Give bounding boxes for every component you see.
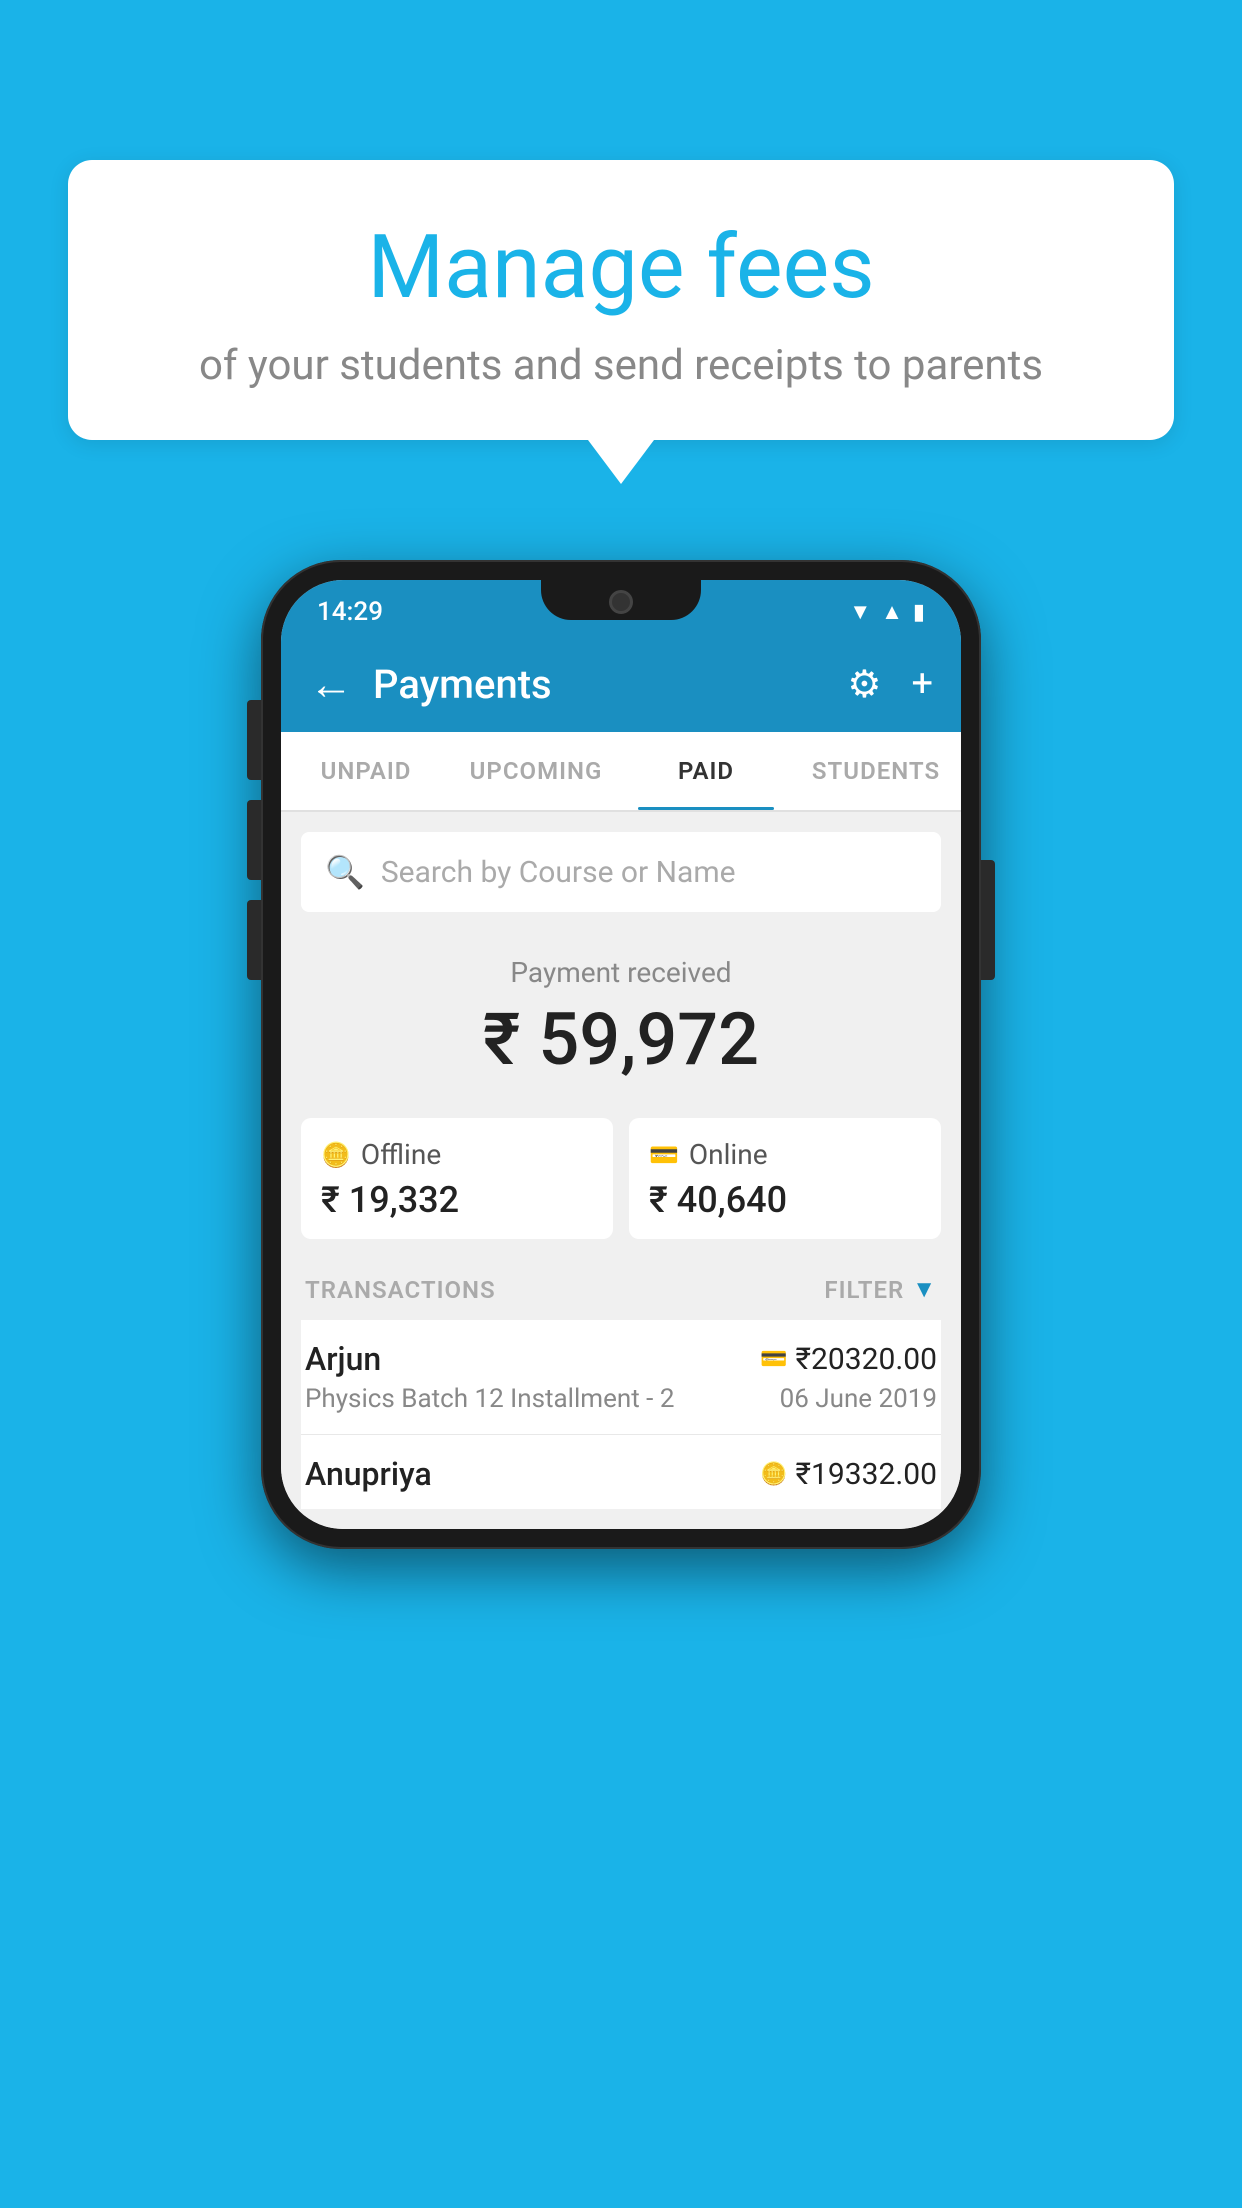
transaction-amount-wrap: 💳 ₹20320.00 (760, 1342, 937, 1377)
online-icon: 💳 (649, 1141, 679, 1169)
tab-students[interactable]: STUDENTS (791, 732, 961, 810)
transaction-list: Arjun 💳 ₹20320.00 Physics Batch 12 Insta… (301, 1320, 941, 1509)
content-area: 🔍 Search by Course or Name Payment recei… (281, 812, 961, 1529)
back-button[interactable]: ← (309, 658, 353, 710)
tabs-bar: UNPAID UPCOMING PAID STUDENTS (281, 732, 961, 812)
phone-outer: 14:29 ▼ ▲ ▮ ← Payments ⚙ + UNPAID (261, 560, 981, 1549)
transaction-name: Arjun (305, 1340, 381, 1378)
camera (609, 590, 633, 614)
online-card: 💳 Online ₹ 40,640 (629, 1118, 941, 1239)
status-icons: ▼ ▲ ▮ (849, 599, 925, 625)
wifi-icon: ▼ (849, 599, 871, 625)
online-label: Online (689, 1138, 768, 1171)
transaction-course: Physics Batch 12 Installment - 2 (305, 1384, 674, 1414)
transaction-amount: ₹20320.00 (796, 1342, 937, 1377)
status-time: 14:29 (317, 597, 383, 627)
filter-label: FILTER (824, 1276, 904, 1304)
payment-received-section: Payment received ₹ 59,972 (301, 932, 941, 1102)
transaction-item[interactable]: Arjun 💳 ₹20320.00 Physics Batch 12 Insta… (301, 1320, 941, 1435)
search-input[interactable]: Search by Course or Name (381, 855, 736, 890)
transactions-label: TRANSACTIONS (305, 1276, 496, 1304)
speech-bubble: Manage fees of your students and send re… (68, 160, 1174, 440)
online-amount: ₹ 40,640 (649, 1179, 921, 1221)
transaction-amount: ₹19332.00 (796, 1457, 937, 1492)
offline-label: Offline (361, 1138, 441, 1171)
phone-frame: 14:29 ▼ ▲ ▮ ← Payments ⚙ + UNPAID (261, 560, 981, 1549)
tab-upcoming[interactable]: UPCOMING (451, 732, 621, 810)
transaction-amount-wrap: 🪙 ₹19332.00 (760, 1457, 937, 1492)
transaction-date: 06 June 2019 (780, 1384, 937, 1414)
settings-button[interactable]: ⚙ (847, 662, 881, 707)
payment-type-icon: 🪙 (760, 1462, 787, 1487)
payment-cards: 🪙 Offline ₹ 19,332 💳 Online ₹ 40,640 (301, 1118, 941, 1239)
tab-unpaid[interactable]: UNPAID (281, 732, 451, 810)
battery-icon: ▮ (913, 600, 925, 625)
offline-amount: ₹ 19,332 (321, 1179, 593, 1221)
bubble-subtitle: of your students and send receipts to pa… (108, 341, 1134, 390)
filter-icon: ▼ (912, 1275, 937, 1304)
filter-button[interactable]: FILTER ▼ (824, 1275, 937, 1304)
tab-paid[interactable]: PAID (621, 732, 791, 810)
payment-received-amount: ₹ 59,972 (301, 997, 941, 1082)
transactions-header: TRANSACTIONS FILTER ▼ (301, 1259, 941, 1320)
app-title: Payments (373, 661, 827, 708)
bubble-title: Manage fees (108, 220, 1134, 317)
search-icon: 🔍 (325, 853, 365, 891)
offline-card: 🪙 Offline ₹ 19,332 (301, 1118, 613, 1239)
payment-type-icon: 💳 (760, 1347, 787, 1372)
notch (541, 580, 701, 620)
transaction-name: Anupriya (305, 1455, 432, 1493)
app-bar: ← Payments ⚙ + (281, 636, 961, 732)
offline-icon: 🪙 (321, 1141, 351, 1169)
payment-received-label: Payment received (301, 956, 941, 989)
signal-icon: ▲ (881, 599, 903, 625)
transaction-item[interactable]: Anupriya 🪙 ₹19332.00 (301, 1435, 941, 1509)
phone-screen: 14:29 ▼ ▲ ▮ ← Payments ⚙ + UNPAID (281, 580, 961, 1529)
search-bar[interactable]: 🔍 Search by Course or Name (301, 832, 941, 912)
add-button[interactable]: + (911, 662, 933, 706)
